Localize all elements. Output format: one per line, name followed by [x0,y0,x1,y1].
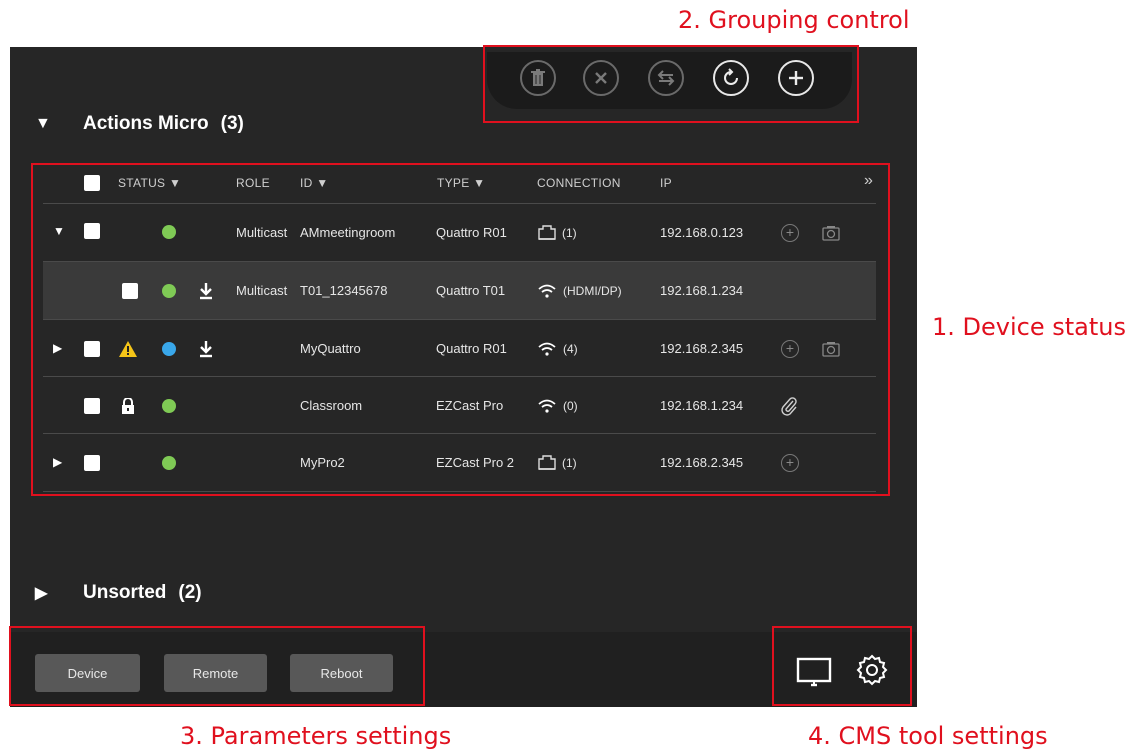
group-count: (3) [220,113,244,134]
group-count: (2) [178,582,202,603]
annotation-cms-tool-settings: 4. CMS tool settings [808,722,1048,750]
annotation-device-status: 1. Device status [932,313,1126,341]
highlight-parameters-settings [9,626,425,706]
highlight-grouping-control [483,45,859,123]
highlight-device-status [31,163,890,496]
group-actions-micro[interactable]: ▼ Actions Micro (3) [35,113,244,135]
highlight-cms-tool-settings [772,626,912,706]
expand-triangle-icon[interactable]: ▶ [35,583,51,603]
annotation-grouping-control: 2. Grouping control [678,6,910,34]
annotation-parameters-settings: 3. Parameters settings [180,722,452,750]
collapse-triangle-icon[interactable]: ▼ [35,115,51,133]
group-name: Actions Micro [83,113,209,134]
group-name: Unsorted [83,582,167,603]
group-unsorted[interactable]: ▶ Unsorted (2) [35,582,202,604]
